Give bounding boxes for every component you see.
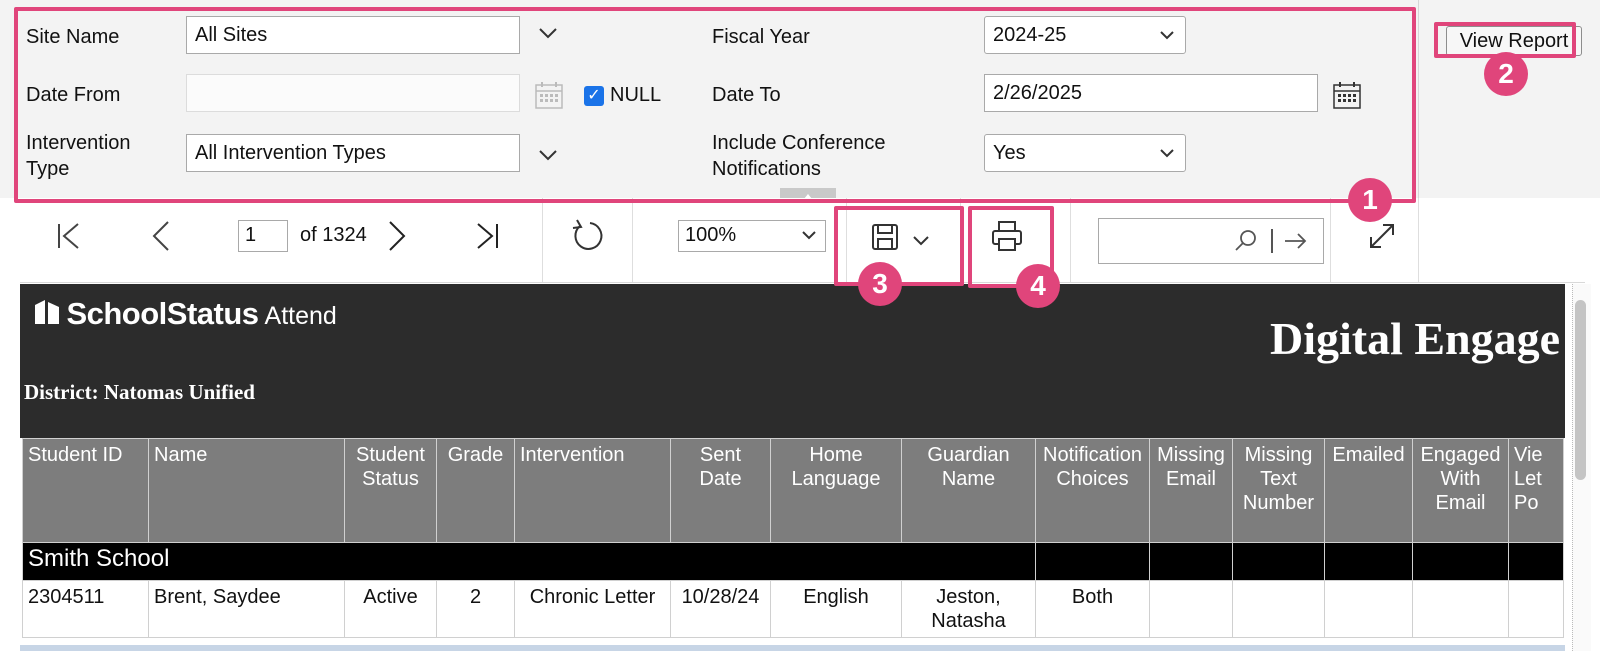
column-header-viewed-letter-portal: Vie Let Po	[1508, 438, 1564, 543]
page-number-input[interactable]: 1	[238, 220, 288, 252]
zoom-value: 100%	[685, 224, 737, 246]
previous-page-icon[interactable]	[146, 218, 176, 263]
page-count-label: of 1324	[300, 224, 367, 246]
column-header-missing-text-number: Missing Text Number	[1232, 438, 1325, 543]
callout-badge-2: 2	[1484, 52, 1528, 96]
group-cell	[1035, 542, 1150, 581]
search-divider	[1271, 229, 1273, 253]
column-header-name: Name	[148, 438, 345, 543]
report-table: Student ID Name Student Status Grade Inte…	[22, 438, 1564, 638]
search-icon[interactable]	[1233, 228, 1259, 259]
callout-badge-4: 4	[1016, 264, 1060, 308]
cell-home-language: English	[770, 580, 902, 638]
row-selection-highlight	[20, 645, 1565, 651]
logo-main-text: SchoolStatus	[66, 296, 259, 331]
group-cell	[1232, 542, 1325, 581]
last-page-icon[interactable]	[472, 218, 502, 263]
callout-badge-1: 1	[1348, 178, 1392, 222]
column-header-emailed: Emailed	[1324, 438, 1413, 543]
toolbar-divider	[1330, 198, 1331, 282]
callout-badge-3: 3	[858, 262, 902, 306]
column-header-intervention: Intervention	[514, 438, 671, 543]
schoolstatus-logo: SchoolStatus Attend	[32, 296, 337, 332]
column-header-guardian-name: Guardian Name	[901, 438, 1036, 543]
first-page-icon[interactable]	[54, 218, 84, 263]
column-header-grade: Grade	[436, 438, 515, 543]
cell-intervention: Chronic Letter	[514, 580, 671, 638]
group-cell	[1149, 542, 1233, 581]
column-header-student-status: Student Status	[344, 438, 437, 543]
group-row: Smith School	[22, 542, 1564, 581]
callout-box-parameters	[14, 7, 1416, 203]
column-header-student-id: Student ID	[22, 438, 149, 543]
cell-engaged-with-email	[1412, 580, 1509, 638]
report-header: SchoolStatus Attend Digital Engage Distri…	[20, 284, 1565, 438]
cell-emailed	[1324, 580, 1413, 638]
cell-viewed-letter-portal	[1508, 580, 1564, 638]
cell-name: Brent, Saydee	[148, 580, 345, 638]
toolbar-divider	[1418, 198, 1419, 282]
next-page-icon[interactable]	[382, 218, 412, 263]
logo-sub-text: Attend	[264, 302, 337, 330]
district-label: District: Natomas Unified	[24, 380, 255, 404]
column-header-engaged-with-email: Engaged With Email	[1412, 438, 1509, 543]
report-viewer: SchoolStatus Attend Digital Engage Distri…	[20, 284, 1565, 651]
report-title: Digital Engage	[1270, 313, 1561, 364]
column-header-sent-date: Sent Date	[670, 438, 771, 543]
column-header-notification-choices: Notification Choices	[1035, 438, 1150, 543]
zoom-chevron-down-icon	[801, 223, 817, 253]
cell-sent-date: 10/28/24	[670, 580, 771, 638]
group-cell	[1508, 542, 1564, 581]
table-row: 2304511 Brent, Saydee Active 2 Chronic L…	[22, 580, 1564, 638]
book-logo-icon	[35, 300, 59, 324]
toolbar-divider	[1070, 198, 1071, 282]
column-header-home-language: Home Language	[770, 438, 902, 543]
cell-student-id: 2304511	[22, 580, 149, 638]
cell-notification-choices: Both	[1035, 580, 1150, 638]
table-header-row: Student ID Name Student Status Grade Inte…	[22, 438, 1564, 543]
vertical-scrollbar-thumb[interactable]	[1575, 300, 1586, 480]
toolbar-divider	[632, 198, 633, 282]
cell-missing-email	[1149, 580, 1233, 638]
cell-grade: 2	[436, 580, 515, 638]
group-cell	[1412, 542, 1509, 581]
column-header-missing-email: Missing Email	[1149, 438, 1233, 543]
fullscreen-expand-icon[interactable]	[1366, 220, 1398, 257]
cell-student-status: Active	[344, 580, 437, 638]
group-cell	[1324, 542, 1413, 581]
refresh-icon[interactable]	[570, 218, 606, 263]
group-name-cell: Smith School	[22, 542, 1036, 581]
find-text-input[interactable]	[1098, 218, 1324, 264]
cell-missing-text-number	[1232, 580, 1325, 638]
cell-guardian-name: Jeston, Natasha	[901, 580, 1036, 638]
toolbar-divider	[542, 198, 543, 282]
find-next-arrow-icon[interactable]	[1283, 228, 1309, 259]
zoom-select[interactable]: 100%	[678, 220, 826, 252]
